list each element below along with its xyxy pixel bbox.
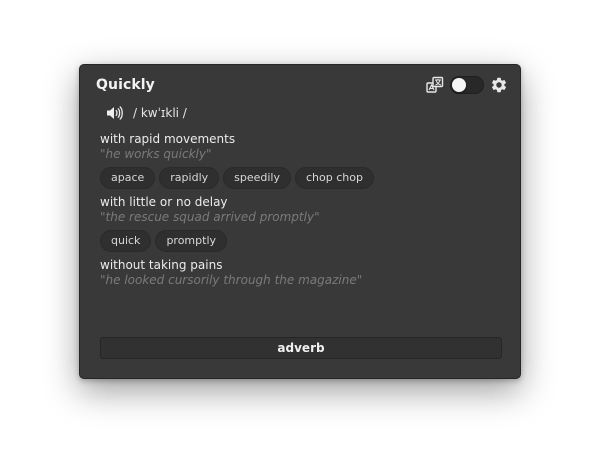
- pronunciation-text: / kwˈɪkli /: [133, 106, 187, 120]
- toggle-knob: [452, 78, 466, 92]
- sense-item: with rapid movements "he works quickly" …: [100, 131, 502, 189]
- translate-icon[interactable]: [426, 76, 444, 94]
- toggle-switch[interactable]: [450, 76, 484, 94]
- senses-list: with rapid movements "he works quickly" …: [100, 131, 502, 293]
- example-text: "the rescue squad arrived promptly": [100, 210, 320, 224]
- synonym-chip[interactable]: rapidly: [159, 167, 220, 189]
- example-text: "he looked cursorily through the magazin…: [100, 273, 363, 287]
- speaker-icon[interactable]: [106, 105, 123, 121]
- pronunciation-row: / kwˈɪkli /: [106, 105, 187, 121]
- word-title: Quickly: [96, 77, 155, 93]
- synonym-chip[interactable]: quick: [100, 230, 152, 252]
- definition-text: without taking pains: [100, 258, 223, 272]
- sense-item: with little or no delay "the rescue squa…: [100, 194, 502, 252]
- dictionary-window: Quickly / kwˈɪkli / with rapid movements…: [79, 64, 521, 379]
- synonym-chip[interactable]: chop chop: [295, 167, 374, 189]
- header-controls: [426, 76, 508, 94]
- synonym-chips: apace rapidly speedily chop chop: [100, 167, 502, 189]
- gear-icon[interactable]: [490, 76, 508, 94]
- definition-text: with rapid movements: [100, 132, 236, 146]
- synonym-chip[interactable]: promptly: [155, 230, 228, 252]
- example-text: "he works quickly": [100, 147, 212, 161]
- definition-text: with little or no delay: [100, 195, 228, 209]
- synonym-chip[interactable]: speedily: [223, 167, 291, 189]
- part-of-speech-button[interactable]: adverb: [100, 337, 502, 359]
- synonym-chips: quick promptly: [100, 230, 502, 252]
- sense-item: without taking pains "he looked cursoril…: [100, 257, 502, 288]
- synonym-chip[interactable]: apace: [100, 167, 156, 189]
